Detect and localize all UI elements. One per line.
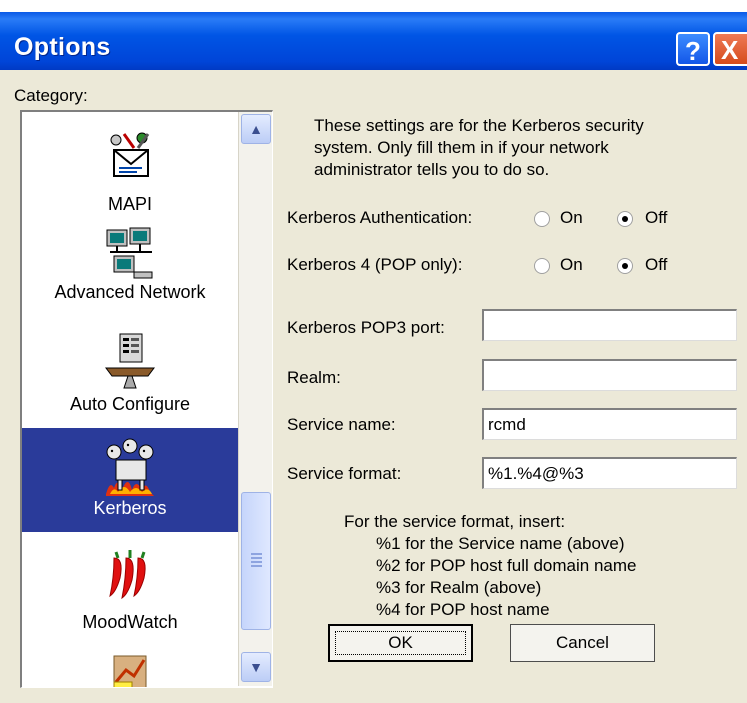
category-item-auto-configure[interactable]: Auto Configure	[22, 328, 238, 428]
format-help-line: %3 for Realm (above)	[376, 578, 542, 597]
chili-peppers-icon	[109, 550, 146, 600]
kerberos4-label: Kerberos 4 (POP only):	[287, 255, 463, 274]
category-label-auto-configure: Auto Configure	[69, 394, 191, 414]
title-bar[interactable]: Options ? X	[0, 12, 747, 70]
category-item-kerberos[interactable]: Kerberos	[22, 428, 238, 532]
service-name-label: Service name:	[287, 415, 396, 434]
service-format-input[interactable]	[482, 457, 737, 489]
format-help-title: For the service format, insert:	[344, 512, 566, 531]
category-item-moodwatch[interactable]: MoodWatch	[22, 532, 238, 636]
description-line: system. Only fill them in if your networ…	[314, 138, 609, 157]
category-item-advanced-network[interactable]: Advanced Network	[22, 220, 238, 326]
scroll-down-button[interactable]: ▼	[241, 652, 271, 682]
description-line: administrator tells you to do so.	[314, 160, 550, 179]
kerberos4-on-radio[interactable]	[534, 258, 550, 274]
category-item-partial[interactable]	[22, 640, 238, 687]
format-help-line: %1 for the Service name (above)	[376, 534, 625, 553]
close-button[interactable]: X	[713, 32, 747, 66]
kerberos-dog-icon	[106, 438, 154, 496]
description-line: These settings are for the Kerberos secu…	[314, 116, 644, 135]
kerberos4-on-label[interactable]: On	[560, 255, 583, 275]
window-title: Options	[14, 33, 111, 61]
help-button[interactable]: ?	[676, 32, 710, 66]
cancel-button-label: Cancel	[556, 633, 609, 652]
ok-button-label: OK	[388, 633, 413, 652]
options-dialog: Options ? X Category: MAPI Advanced Netw…	[0, 0, 747, 703]
category-label: Category:	[14, 86, 88, 105]
kerberos-auth-off-label[interactable]: Off	[645, 208, 667, 228]
cancel-button[interactable]: Cancel	[510, 624, 655, 662]
scroll-thumb[interactable]	[241, 492, 271, 630]
category-scrollbar[interactable]: ▲ ▼	[238, 112, 272, 686]
category-item-mapi[interactable]: MAPI	[22, 112, 238, 218]
pop3-port-label: Kerberos POP3 port:	[287, 318, 445, 337]
service-format-label: Service format:	[287, 464, 402, 483]
format-help-line: %4 for POP host name	[376, 600, 550, 619]
ok-button[interactable]: OK	[328, 624, 473, 662]
category-label-advanced-network: Advanced Network	[54, 282, 206, 302]
grip-icon	[251, 553, 262, 567]
format-help-line: %2 for POP host full domain name	[376, 556, 637, 575]
scroll-up-button[interactable]: ▲	[241, 114, 271, 144]
category-list[interactable]: MAPI Advanced Network Auto Configure Ker…	[20, 110, 273, 688]
category-label-moodwatch: MoodWatch	[82, 612, 178, 632]
service-name-input[interactable]	[482, 408, 737, 440]
kerberos4-off-label[interactable]: Off	[645, 255, 667, 275]
realm-input[interactable]	[482, 359, 737, 391]
kerberos-auth-label: Kerberos Authentication:	[287, 208, 473, 227]
kerberos-auth-off-radio[interactable]	[617, 211, 633, 227]
kerberos-auth-on-label[interactable]: On	[560, 208, 583, 228]
background-strip	[0, 0, 747, 12]
kerberos-auth-on-radio[interactable]	[534, 211, 550, 227]
mapi-icon	[110, 132, 150, 177]
kerberos4-off-radio[interactable]	[617, 258, 633, 274]
network-icon	[106, 227, 153, 279]
chart-icon	[113, 655, 147, 687]
auto-configure-icon	[105, 333, 155, 389]
category-label-mapi: MAPI	[107, 194, 152, 214]
pop3-port-input[interactable]	[482, 309, 737, 341]
category-label-kerberos: Kerberos	[93, 498, 167, 518]
realm-label: Realm:	[287, 368, 341, 387]
